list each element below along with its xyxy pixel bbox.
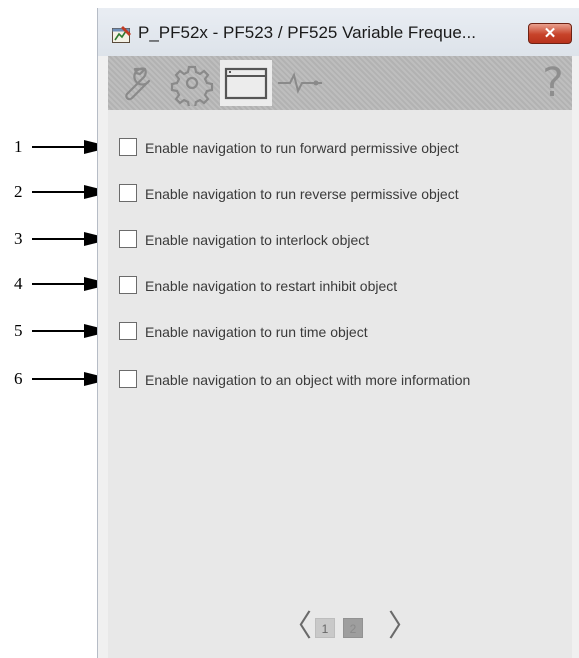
callout-number: 4 (14, 274, 23, 293)
option-label: Enable navigation to run time object (145, 324, 368, 340)
options-panel: Enable navigation to run forward permiss… (108, 110, 572, 658)
callout-arrow-line (32, 238, 88, 240)
option-label: Enable navigation to run forward permiss… (145, 140, 459, 156)
callout-arrow-line (32, 283, 88, 285)
tab-maintenance[interactable] (112, 60, 164, 106)
title-bar[interactable]: P_PF52x - PF523 / PF525 Variable Freque.… (98, 8, 579, 56)
callout-arrow-line (32, 146, 88, 148)
checkbox[interactable] (119, 184, 137, 202)
chevron-left-icon[interactable]: 〈 (282, 610, 312, 644)
tab-options[interactable] (220, 60, 272, 106)
app-icon (112, 26, 131, 43)
option-label: Enable navigation to an object with more… (145, 372, 471, 388)
trend-icon (278, 72, 322, 94)
checkbox[interactable] (119, 230, 137, 248)
checkbox[interactable] (119, 138, 137, 156)
callout-arrow-line (32, 330, 88, 332)
callout-number: 5 (14, 321, 23, 340)
checkbox[interactable] (119, 276, 137, 294)
callout-number: 2 (14, 182, 23, 201)
help-icon[interactable]: ? (538, 60, 568, 106)
option-label: Enable navigation to interlock object (145, 232, 370, 248)
checkbox[interactable] (119, 322, 137, 340)
page-2-button[interactable]: 2 (343, 618, 363, 638)
callout-number: 6 (14, 369, 23, 388)
window-icon (224, 67, 268, 100)
wrench-icon (125, 67, 151, 101)
page-1-button[interactable]: 1 (315, 618, 335, 638)
tab-engineering[interactable] (166, 60, 218, 106)
tab-bar: ? (108, 56, 572, 110)
callout-arrow-line (32, 378, 88, 380)
checkbox[interactable] (119, 370, 137, 388)
callout-number: 1 (14, 137, 23, 156)
faceplate-window: P_PF52x - PF523 / PF525 Variable Freque.… (97, 8, 579, 658)
chevron-right-icon[interactable]: 〉 (388, 610, 418, 644)
tab-trends[interactable] (274, 60, 326, 106)
window-title: P_PF52x - PF523 / PF525 Variable Freque.… (138, 23, 476, 42)
callout-number: 3 (14, 229, 23, 248)
option-label: Enable navigation to run reverse permiss… (145, 186, 459, 202)
page-navigator: 〈 1 2 〉 (108, 608, 572, 648)
callout-arrow-line (32, 191, 88, 193)
close-button[interactable]: ✕ (528, 23, 572, 44)
gear-icon (170, 65, 214, 106)
option-label: Enable navigation to restart inhibit obj… (145, 278, 398, 294)
